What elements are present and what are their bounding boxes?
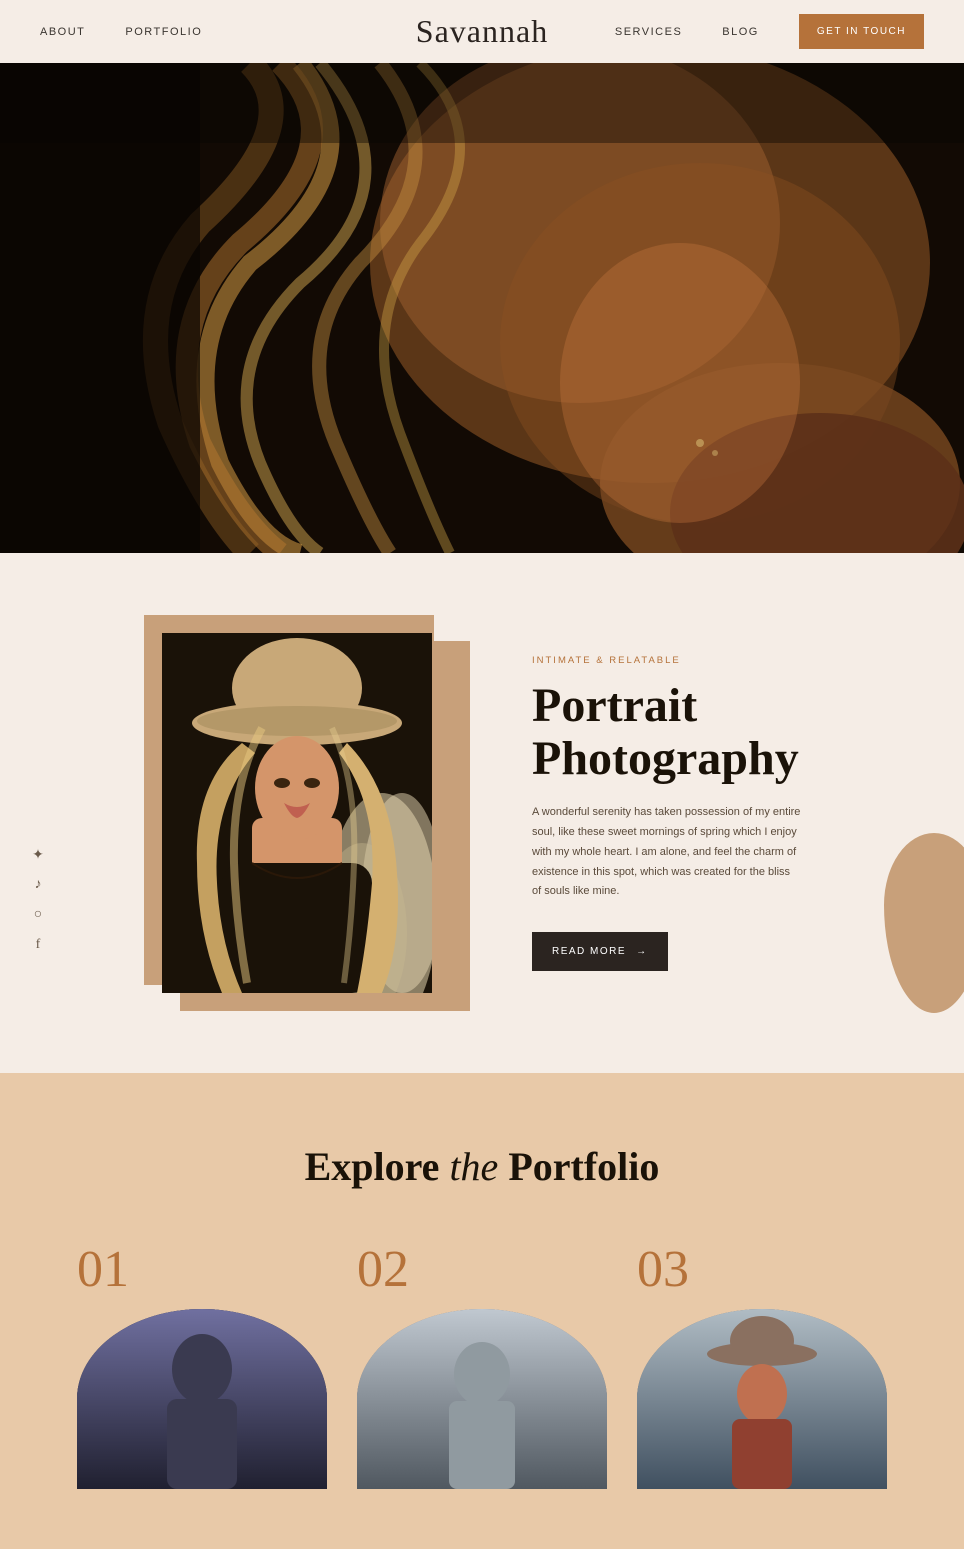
portrait-inner (162, 633, 432, 993)
instagram-icon[interactable]: ○ (30, 907, 46, 923)
portrait-section: ✦ ♪ ○ f (0, 553, 964, 1073)
portfolio-number-2: 02 (357, 1240, 607, 1299)
portfolio-thumb-2 (357, 1309, 607, 1489)
portfolio-section: Explore the Portfolio 01 (0, 1073, 964, 1549)
thumb-image-1 (77, 1309, 327, 1489)
portfolio-item-3[interactable]: 03 (637, 1240, 887, 1489)
pinterest-icon[interactable]: ✦ (30, 847, 46, 863)
read-more-label: Read More (552, 946, 626, 957)
portfolio-heading: Explore the Portfolio (50, 1143, 914, 1190)
nav-services[interactable]: Services (615, 26, 682, 38)
blob-decoration (884, 833, 964, 1013)
read-more-button[interactable]: Read More → (532, 932, 668, 971)
portfolio-number-1: 01 (77, 1240, 327, 1299)
hero-image (0, 63, 964, 553)
hero-section (0, 63, 964, 553)
portfolio-thumb-1 (77, 1309, 327, 1489)
nav-portfolio[interactable]: Portfolio (125, 26, 202, 38)
nav-left: About Portfolio (40, 26, 202, 38)
portfolio-number-3: 03 (637, 1240, 887, 1299)
arrow-icon: → (636, 946, 648, 957)
portfolio-heading-explore: Explore (305, 1144, 440, 1189)
portrait-subtitle: Intimate & Relatable (532, 655, 802, 666)
thumb-image-3 (637, 1309, 887, 1489)
nav-right: Services Blog Get In Touch (615, 14, 924, 49)
portrait-photo (162, 633, 432, 993)
tiktok-icon[interactable]: ♪ (30, 877, 46, 893)
navbar: About Portfolio Savannah Services Blog G… (0, 0, 964, 63)
portfolio-heading-italic: the (449, 1144, 498, 1189)
portfolio-heading-portfolio: Portfolio (508, 1144, 659, 1189)
nav-blog[interactable]: Blog (722, 26, 759, 38)
portrait-image-wrapper (162, 633, 452, 993)
portfolio-item-1[interactable]: 01 (77, 1240, 327, 1489)
portrait-text: Intimate & Relatable Portrait Photograph… (532, 655, 802, 972)
cta-button[interactable]: Get In Touch (799, 14, 924, 49)
portrait-heading: Portrait Photography (532, 680, 802, 786)
portrait-body: A wonderful serenity has taken possessio… (532, 803, 802, 902)
social-sidebar: ✦ ♪ ○ f (30, 847, 46, 953)
portfolio-thumb-3 (637, 1309, 887, 1489)
thumb-image-2 (357, 1309, 607, 1489)
brand-title[interactable]: Savannah (416, 13, 548, 50)
portfolio-item-2[interactable]: 02 (357, 1240, 607, 1489)
hero-background (0, 63, 964, 553)
portfolio-grid: 01 (50, 1240, 914, 1489)
facebook-icon[interactable]: f (30, 937, 46, 953)
nav-about[interactable]: About (40, 26, 85, 38)
